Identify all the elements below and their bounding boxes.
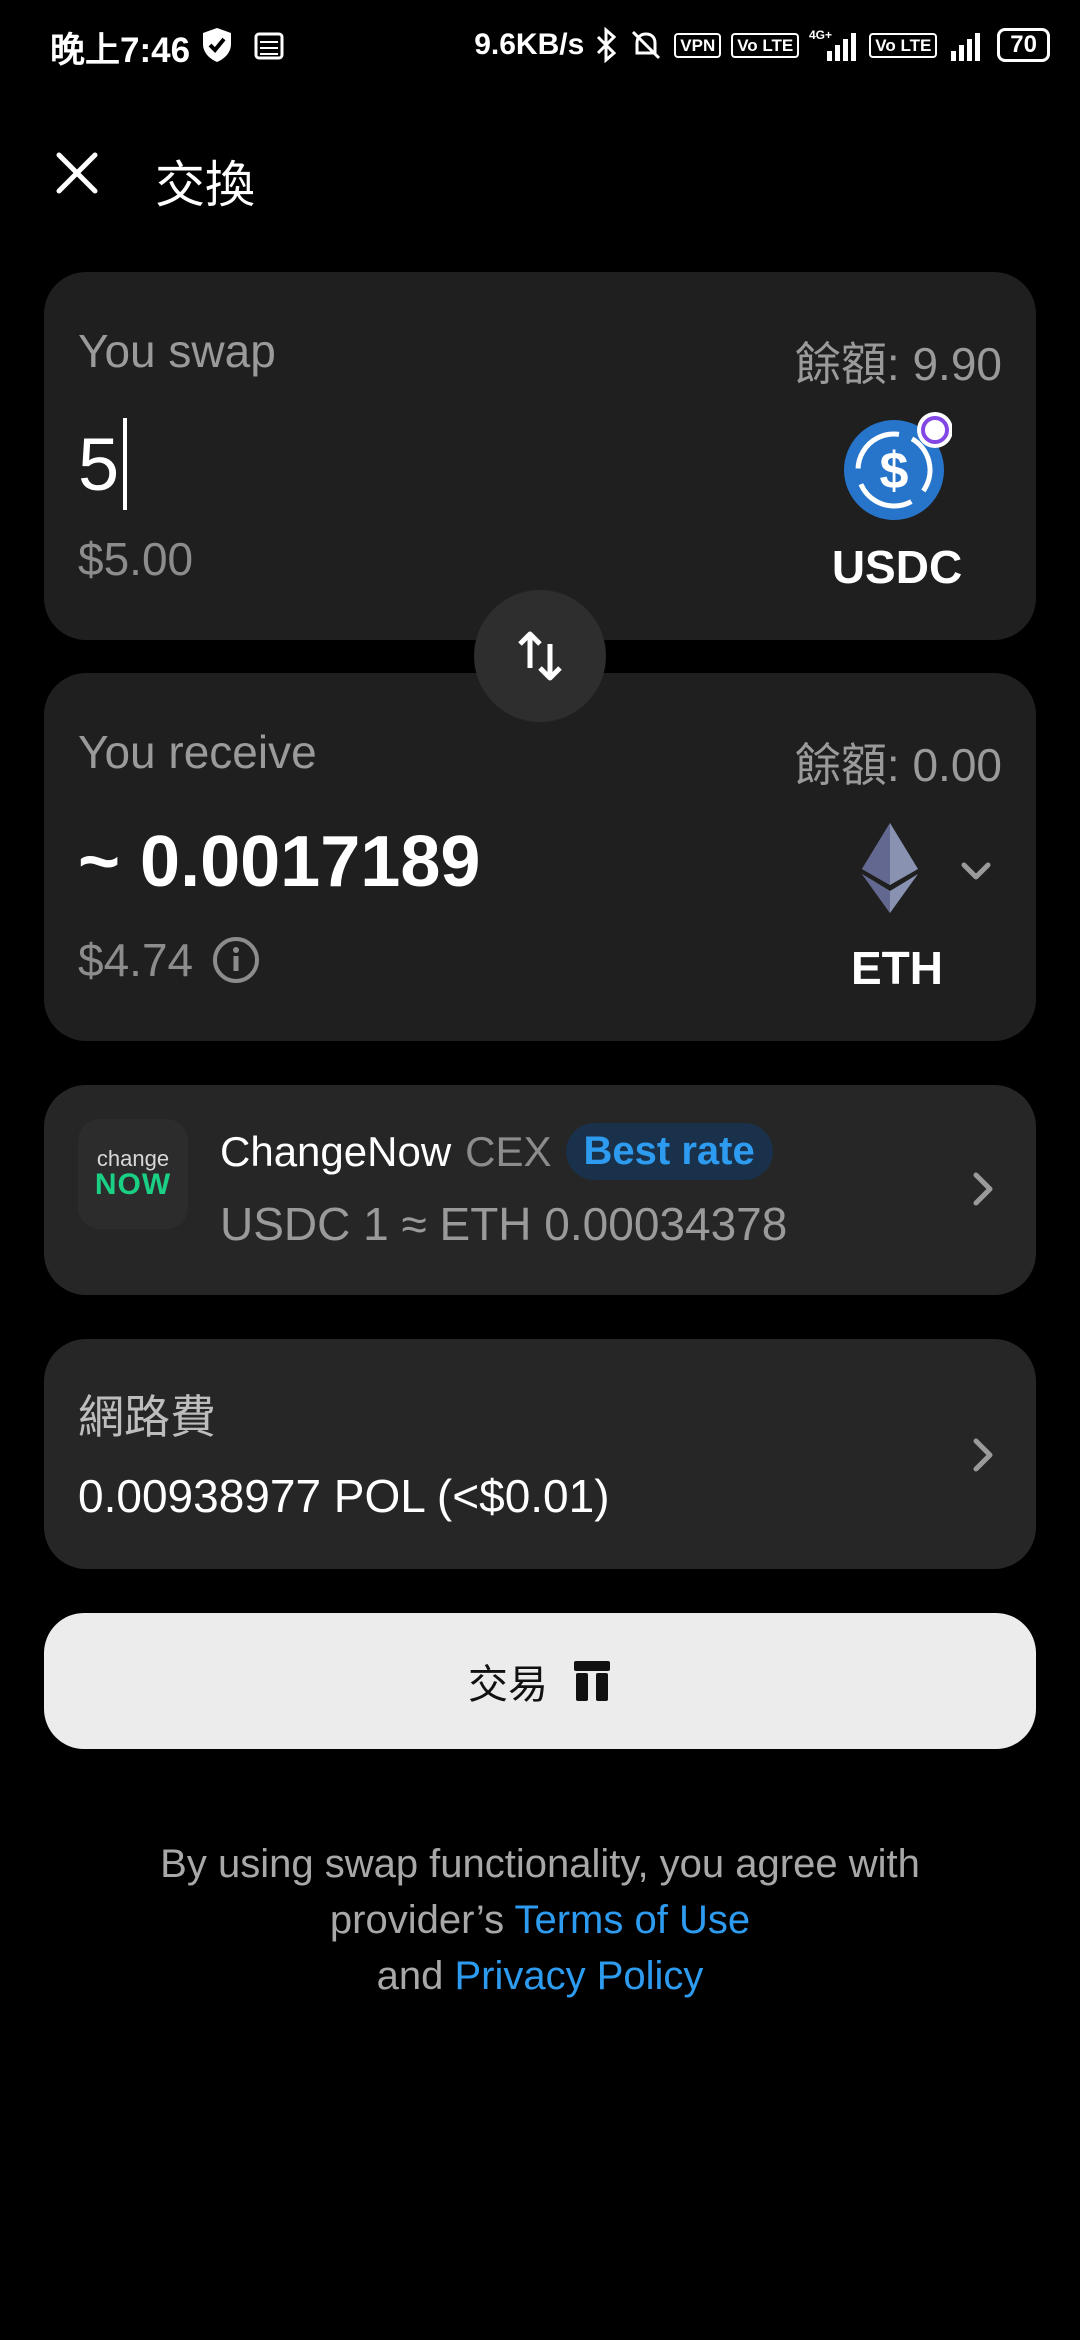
privacy-policy-link[interactable]: Privacy Policy xyxy=(454,1954,703,1998)
signal-icon-1: 4G+ xyxy=(809,28,857,61)
trade-button-label: 交易 xyxy=(468,1663,548,1707)
receive-balance: 餘額: 0.00 xyxy=(794,739,1002,791)
vpn-badge: VPN xyxy=(674,32,722,58)
swap-arrows-icon xyxy=(518,631,562,681)
disclaimer-and: and xyxy=(376,1954,444,1998)
fee-label: 網路費 xyxy=(78,1391,216,1443)
status-right: 9.6KB/s VPN Vo LTE 4G+ Vo LTE 70 xyxy=(474,20,1050,70)
swap-to-card: You receive 餘額: 0.00 ~ 0.0017189 $4.74 E… xyxy=(44,673,1036,1041)
provider-type: CEX xyxy=(465,1127,552,1175)
provider-title-row: ChangeNow CEX Best rate xyxy=(220,1123,773,1180)
mute-bell-icon xyxy=(632,30,661,60)
receive-fiat-value: $4.74 xyxy=(78,934,194,986)
network-fee-card[interactable]: 網路費 0.00938977 POL (<$0.01) xyxy=(44,1339,1036,1569)
best-rate-badge: Best rate xyxy=(565,1123,773,1180)
sim-icon xyxy=(254,32,284,60)
swap-balance: 餘額: 9.90 xyxy=(794,338,1002,390)
battery-indicator: 70 xyxy=(997,28,1050,62)
chevron-down-icon xyxy=(961,862,991,880)
provider-name: ChangeNow xyxy=(220,1127,452,1175)
info-icon[interactable] xyxy=(211,935,261,985)
logo-text-top: change xyxy=(96,1146,170,1171)
receive-token-ticker: ETH xyxy=(851,942,943,994)
chevron-right-icon xyxy=(973,1438,993,1472)
eth-token-selector[interactable] xyxy=(844,823,1044,923)
provider-card[interactable]: change NOW ChangeNow CEX Best rate USDC … xyxy=(44,1085,1036,1295)
volte-badge-2: Vo LTE xyxy=(869,32,938,58)
provider-rate: USDC 1 ≈ ETH 0.00034378 xyxy=(220,1198,788,1250)
network-speed: 9.6KB/s xyxy=(474,28,585,61)
trade-button[interactable]: 交易 xyxy=(44,1613,1036,1749)
swap-from-card: You swap 餘額: 9.90 5 $5.00 $ USDC xyxy=(44,272,1036,640)
usdc-token-selector[interactable]: $ xyxy=(842,412,953,522)
receive-fiat-row: $4.74 xyxy=(78,933,261,987)
eth-icon xyxy=(862,823,918,913)
logo-text-bottom: NOW xyxy=(94,1168,172,1201)
fee-value: 0.00938977 POL (<$0.01) xyxy=(78,1470,610,1522)
shield-icon xyxy=(203,28,231,62)
svg-text:4G+: 4G+ xyxy=(809,28,832,42)
changenow-logo: change NOW xyxy=(78,1119,188,1229)
bluetooth-icon xyxy=(597,27,617,63)
ledger-icon xyxy=(574,1661,610,1701)
terms-disclaimer: By using swap functionality, you agree w… xyxy=(140,1836,940,2004)
chevron-right-icon xyxy=(973,1172,993,1206)
close-icon xyxy=(56,152,98,194)
text-caret xyxy=(123,418,128,510)
provider-chevron xyxy=(962,1169,1002,1209)
swap-fiat-value: $5.00 xyxy=(78,533,194,585)
swap-token-ticker: USDC xyxy=(831,541,963,593)
receive-label: You receive xyxy=(78,726,317,778)
swap-amount-input[interactable]: 5 xyxy=(78,418,128,510)
close-button[interactable] xyxy=(44,140,110,206)
swap-amount-value: 5 xyxy=(78,422,120,506)
fee-chevron xyxy=(962,1435,1002,1475)
svg-text:$: $ xyxy=(880,442,909,500)
status-time: 晚上7:46 xyxy=(50,31,191,70)
status-bar: 晚上7:46 9.6KB/s VPN Vo LTE 4G+ Vo LTE 70 xyxy=(0,0,1080,90)
signal-icon-2 xyxy=(951,33,981,61)
swap-direction-button[interactable] xyxy=(474,590,606,722)
receive-amount: ~ 0.0017189 xyxy=(78,822,481,902)
volte-badge-1: Vo LTE xyxy=(731,32,800,58)
terms-of-use-link[interactable]: Terms of Use xyxy=(514,1898,750,1942)
swap-label: You swap xyxy=(78,325,276,377)
usdc-icon: $ xyxy=(844,412,953,520)
page-title: 交換 xyxy=(155,157,255,213)
